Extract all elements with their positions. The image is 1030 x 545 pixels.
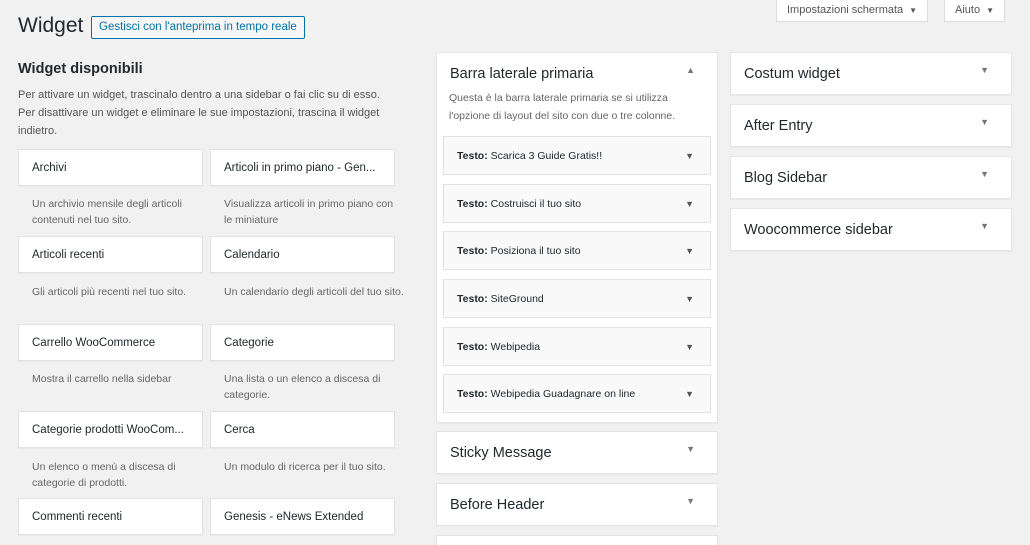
widget-title: Costruisci il tuo sito bbox=[490, 198, 582, 210]
screen-options-button[interactable]: Impostazioni schermata ▼ bbox=[776, 0, 929, 22]
widget-categorie-prodotti[interactable]: Categorie prodotti WooCom... bbox=[18, 411, 203, 448]
widget-description: Una lista o un elenco a discesa di categ… bbox=[224, 373, 381, 401]
chevron-down-icon[interactable]: ▼ bbox=[686, 496, 695, 506]
sidebar-panel-after-entry[interactable]: After Entry ▼ bbox=[730, 104, 1012, 147]
live-preview-button[interactable]: Gestisci con l'anteprima in tempo reale bbox=[91, 16, 305, 39]
widget-type-label: Testo: bbox=[457, 341, 488, 353]
sidebar-widget[interactable]: Testo: Webipedia ▼ bbox=[443, 327, 711, 366]
sidebar-panel-before-header[interactable]: Before Header ▼ bbox=[436, 483, 718, 526]
sidebar-panel-sticky-message[interactable]: Sticky Message ▼ bbox=[436, 431, 718, 474]
sidebar-widget[interactable]: Testo: Scarica 3 Guide Gratis!! ▼ bbox=[443, 136, 711, 175]
widget-title: Webipedia Guadagnare on line bbox=[490, 388, 636, 400]
sidebar-title: Blog Sidebar bbox=[744, 170, 828, 186]
help-label: Aiuto bbox=[955, 4, 981, 16]
chevron-down-icon[interactable]: ▼ bbox=[980, 117, 989, 127]
widget-type-label: Testo: bbox=[457, 150, 488, 162]
sidebar-widget[interactable]: Testo: Webipedia Guadagnare on line ▼ bbox=[443, 374, 711, 413]
sidebar-widget[interactable]: Testo: Costruisci il tuo sito ▼ bbox=[443, 184, 711, 223]
widget-description: Un modulo di ricerca per il tuo sito. bbox=[224, 461, 386, 473]
chevron-down-icon[interactable]: ▼ bbox=[980, 65, 989, 75]
chevron-down-icon: ▼ bbox=[986, 6, 994, 15]
widget-type-label: Testo: bbox=[457, 388, 488, 400]
chevron-down-icon: ▼ bbox=[909, 6, 918, 15]
chevron-down-icon[interactable]: ▼ bbox=[685, 375, 694, 413]
widget-description: Gli articoli più recenti nel tuo sito. bbox=[32, 286, 187, 298]
available-widgets-title: Widget disponibili bbox=[18, 61, 143, 77]
chevron-down-icon[interactable]: ▼ bbox=[685, 185, 694, 223]
widget-description: Mostra il carrello nella sidebar bbox=[32, 373, 172, 385]
sidebar-title: After Entry bbox=[744, 118, 813, 134]
help-button[interactable]: Aiuto ▼ bbox=[944, 0, 1005, 22]
widget-carrello-woocommerce[interactable]: Carrello WooCommerce bbox=[18, 324, 203, 361]
chevron-down-icon[interactable]: ▼ bbox=[685, 137, 694, 175]
sidebar-panel-woocommerce-sidebar[interactable]: Woocommerce sidebar ▼ bbox=[730, 208, 1012, 251]
sidebar-description: Questa è la barra laterale primaria se s… bbox=[449, 92, 676, 122]
sidebar-panel-blog-sidebar[interactable]: Blog Sidebar ▼ bbox=[730, 156, 1012, 199]
widget-commenti-recenti[interactable]: Commenti recenti bbox=[18, 498, 203, 535]
chevron-down-icon[interactable]: ▼ bbox=[980, 169, 989, 179]
widget-description: Un calendario degli articoli del tuo sit… bbox=[224, 286, 404, 298]
widget-type-label: Testo: bbox=[457, 245, 488, 257]
chevron-down-icon[interactable]: ▼ bbox=[685, 328, 694, 366]
page-title: Widget bbox=[18, 14, 84, 37]
available-widgets-description: Per attivare un widget, trascinalo dentr… bbox=[18, 89, 380, 137]
widget-articoli-primo-piano[interactable]: Articoli in primo piano - Gen... bbox=[210, 149, 395, 186]
chevron-up-icon[interactable]: ▲ bbox=[686, 65, 695, 75]
chevron-down-icon[interactable]: ▼ bbox=[686, 444, 695, 454]
widget-genesis-enews[interactable]: Genesis - eNews Extended bbox=[210, 498, 395, 535]
widget-articoli-recenti[interactable]: Articoli recenti bbox=[18, 236, 203, 273]
widget-categorie[interactable]: Categorie bbox=[210, 324, 395, 361]
sidebar-widget[interactable]: Testo: SiteGround ▼ bbox=[443, 279, 711, 318]
widget-description: Un elenco o menù a discesa di categorie … bbox=[32, 461, 176, 489]
sidebar-panel-costum-widget[interactable]: Costum widget ▼ bbox=[730, 52, 1012, 95]
widget-title: Webipedia bbox=[490, 341, 541, 353]
widget-type-label: Testo: bbox=[457, 198, 488, 210]
sidebar-panel-next[interactable] bbox=[436, 535, 718, 545]
widget-type-label: Testo: bbox=[457, 293, 488, 305]
widget-calendario[interactable]: Calendario bbox=[210, 236, 395, 273]
widget-title: Posiziona il tuo sito bbox=[490, 245, 581, 257]
widget-cerca[interactable]: Cerca bbox=[210, 411, 395, 448]
chevron-down-icon[interactable]: ▼ bbox=[980, 221, 989, 231]
sidebar-title: Before Header bbox=[450, 497, 545, 513]
sidebar-title: Sticky Message bbox=[450, 445, 552, 461]
screen-options-label: Impostazioni schermata bbox=[787, 4, 904, 16]
sidebar-widget[interactable]: Testo: Posiziona il tuo sito ▼ bbox=[443, 231, 711, 270]
widget-description: Visualizza articoli in primo piano con l… bbox=[224, 198, 394, 226]
sidebar-title[interactable]: Barra laterale primaria bbox=[450, 66, 593, 82]
chevron-down-icon[interactable]: ▼ bbox=[685, 280, 694, 318]
sidebar-title: Costum widget bbox=[744, 66, 840, 82]
chevron-down-icon[interactable]: ▼ bbox=[685, 232, 694, 270]
widget-title: SiteGround bbox=[490, 293, 544, 305]
widget-archivi[interactable]: Archivi bbox=[18, 149, 203, 186]
widget-title: Scarica 3 Guide Gratis!! bbox=[490, 150, 603, 162]
widget-description: Un archivio mensile degli articoli conte… bbox=[32, 198, 182, 226]
sidebar-title: Woocommerce sidebar bbox=[744, 222, 893, 238]
